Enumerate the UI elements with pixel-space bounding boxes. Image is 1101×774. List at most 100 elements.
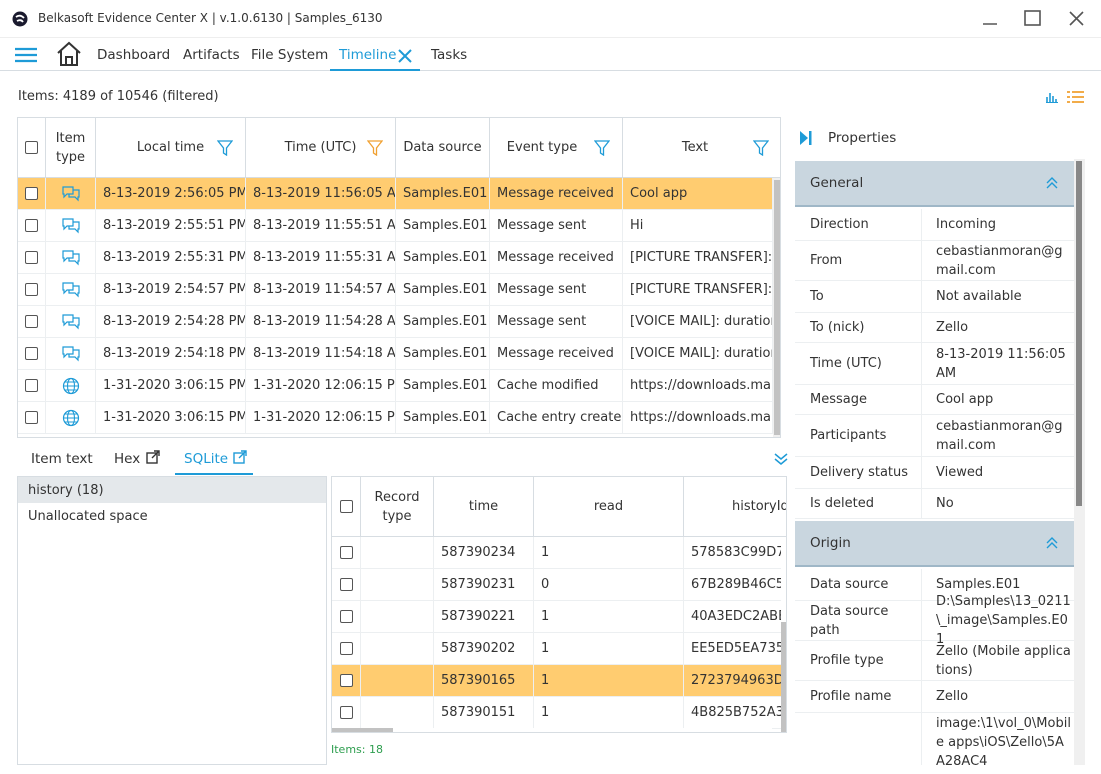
col-event-type[interactable]: Event type: [490, 118, 623, 178]
table-row[interactable]: 1-31-2020 3:06:15 PM 1-31-2020 12:06:15 P…: [18, 370, 780, 402]
table-row[interactable]: 587390231 0 67B289B46C5: [332, 569, 784, 601]
external-link-icon[interactable]: [233, 450, 247, 464]
double-chevron-down-icon[interactable]: [774, 452, 788, 466]
row-checkbox[interactable]: [25, 411, 38, 424]
local-cell: 1-31-2020 3:06:15 PM: [96, 402, 246, 433]
row-checkbox[interactable]: [339, 610, 353, 623]
list-view-icon[interactable]: [1067, 90, 1085, 104]
tab-dashboard[interactable]: Dashboard: [97, 47, 170, 63]
table-row[interactable]: 8-13-2019 2:55:31 PM 8-13-2019 11:55:31 A…: [18, 242, 780, 274]
item-type-cell: [46, 242, 96, 273]
historyid-cell: 40A3EDC2ABB: [684, 601, 784, 632]
tab-hex[interactable]: Hex: [114, 451, 140, 467]
table-row[interactable]: 8-13-2019 2:54:18 PM 8-13-2019 11:54:18 A…: [18, 338, 780, 370]
row-checkbox[interactable]: [339, 578, 353, 591]
app-logo-icon: [12, 11, 28, 27]
filter-icon[interactable]: [594, 140, 610, 156]
local-cell: 8-13-2019 2:55:31 PM: [96, 242, 246, 273]
home-icon[interactable]: [55, 40, 83, 68]
col-local-time[interactable]: Local time: [96, 118, 246, 178]
table-row[interactable]: 8-13-2019 2:54:28 PM 8-13-2019 11:54:28 A…: [18, 306, 780, 338]
section-origin[interactable]: Origin: [795, 521, 1074, 567]
property-value: 8-13-2019 11:56:05 AM: [936, 346, 1066, 381]
tab-item-text[interactable]: Item text: [31, 451, 93, 467]
tab-timeline[interactable]: Timeline: [339, 47, 396, 63]
table-row[interactable]: 8-13-2019 2:55:51 PM 8-13-2019 11:55:51 A…: [18, 210, 780, 242]
select-all-header: [332, 477, 361, 537]
list-item-history[interactable]: history (18): [18, 477, 326, 503]
tab-tasks[interactable]: Tasks: [431, 47, 467, 63]
col-historyid[interactable]: historyId: [684, 477, 786, 537]
tab-artifacts[interactable]: Artifacts: [183, 47, 240, 63]
chat-icon: [61, 281, 80, 297]
scrollbar-thumb[interactable]: [781, 622, 786, 732]
col-record-type[interactable]: Record type: [361, 477, 434, 537]
maximize-button[interactable]: [1021, 8, 1045, 30]
table-row[interactable]: 587390234 1 578583C99D7: [332, 537, 784, 569]
text-cell: [PICTURE TRANSFER]:: [623, 242, 773, 273]
col-time-utc[interactable]: Time (UTC): [246, 118, 396, 178]
double-chevron-up-icon[interactable]: [1046, 177, 1058, 189]
double-chevron-up-icon[interactable]: [1046, 537, 1058, 549]
section-general[interactable]: General: [795, 161, 1074, 207]
sqlite-table: Record type time read historyId 58739023…: [331, 476, 787, 733]
col-time[interactable]: time: [434, 477, 534, 537]
table-row[interactable]: 8-13-2019 2:54:57 PM 8-13-2019 11:54:57 A…: [18, 274, 780, 306]
col-time-utc-label: Time (UTC): [284, 140, 357, 155]
select-all-checkbox[interactable]: [339, 500, 353, 513]
filter-icon[interactable]: [753, 140, 769, 156]
table-row[interactable]: 587390221 1 40A3EDC2ABB: [332, 601, 784, 633]
table-row[interactable]: 587390165 1 2723794963D: [332, 665, 784, 697]
select-all-checkbox[interactable]: [25, 141, 38, 154]
filter-icon[interactable]: [217, 140, 233, 156]
scrollbar-thumb[interactable]: [1076, 161, 1082, 506]
table-row[interactable]: 1-31-2020 3:06:15 PM 1-31-2020 12:06:15 P…: [18, 402, 780, 434]
tab-sqlite[interactable]: SQLite: [184, 451, 228, 467]
col-item-type[interactable]: Item type: [46, 118, 96, 178]
row-checkbox[interactable]: [25, 219, 38, 232]
external-link-icon[interactable]: [146, 450, 160, 464]
col-text[interactable]: Text: [623, 118, 780, 178]
row-checkbox[interactable]: [25, 251, 38, 264]
local-cell: 8-13-2019 2:54:18 PM: [96, 338, 246, 369]
row-checkbox[interactable]: [339, 546, 353, 559]
row-checkbox[interactable]: [25, 315, 38, 328]
record-type-cell: [361, 537, 434, 568]
table-row[interactable]: 587390202 1 EE5ED5EA735: [332, 633, 784, 665]
row-checkbox[interactable]: [339, 674, 353, 687]
chart-view-icon[interactable]: [1046, 91, 1058, 103]
utc-cell: 8-13-2019 11:54:18 AM: [246, 338, 396, 369]
row-checkbox[interactable]: [25, 283, 38, 296]
horizontal-scrollbar[interactable]: [332, 728, 772, 732]
hamburger-menu-icon[interactable]: [14, 45, 38, 65]
vertical-scrollbar[interactable]: [781, 537, 786, 732]
scrollbar-thumb[interactable]: [774, 180, 780, 435]
row-checkbox[interactable]: [25, 347, 38, 360]
row-checkbox-cell: [18, 306, 46, 337]
vertical-scrollbar[interactable]: [773, 178, 780, 437]
property-key: To (nick): [810, 320, 865, 335]
collapse-panel-icon[interactable]: [800, 131, 812, 145]
row-checkbox[interactable]: [339, 642, 353, 655]
close-tab-icon[interactable]: [398, 49, 412, 63]
time-cell: 587390165: [434, 665, 534, 696]
vertical-scrollbar[interactable]: [1074, 159, 1085, 765]
col-data-source[interactable]: Data source: [396, 118, 490, 178]
row-checkbox[interactable]: [339, 706, 353, 719]
col-read[interactable]: read: [534, 477, 684, 537]
scrollbar-thumb[interactable]: [332, 728, 393, 732]
col-local-time-label: Local time: [136, 140, 205, 155]
table-row[interactable]: 587390151 1 4B825B752A3: [332, 697, 784, 729]
tab-file-system[interactable]: File System: [251, 47, 328, 63]
row-checkbox[interactable]: [25, 379, 38, 392]
row-checkbox[interactable]: [25, 187, 38, 200]
chat-icon: [61, 249, 80, 265]
minimize-button[interactable]: [978, 8, 1002, 30]
filter-active-icon[interactable]: [367, 140, 383, 156]
close-window-button[interactable]: [1065, 8, 1089, 30]
row-checkbox-cell: [332, 601, 361, 632]
section-title: General: [810, 175, 864, 191]
chat-icon: [61, 217, 80, 233]
list-item-unallocated[interactable]: Unallocated space: [18, 503, 326, 529]
table-row[interactable]: 8-13-2019 2:56:05 PM 8-13-2019 11:56:05 A…: [18, 178, 780, 210]
